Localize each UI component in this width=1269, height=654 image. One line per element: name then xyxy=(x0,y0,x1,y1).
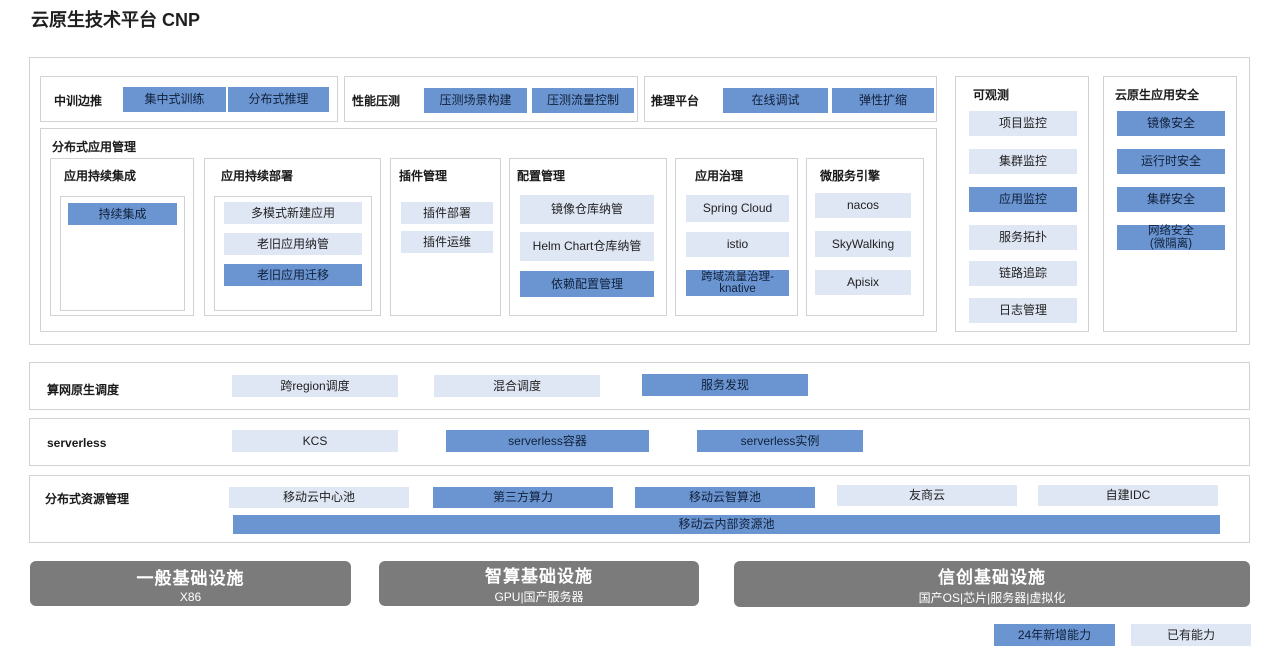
plugin-label: 插件管理 xyxy=(399,169,448,183)
infra-intelligent-sub: GPU|国产服务器 xyxy=(494,590,584,604)
tag-nacos: nacos xyxy=(815,193,911,218)
tag-project-monitor: 项目监控 xyxy=(969,111,1077,136)
tag-cluster-monitor: 集群监控 xyxy=(969,149,1077,174)
stress-test-label: 性能压测 xyxy=(352,94,401,108)
legend-new-capability: 24年新增能力 xyxy=(994,624,1115,646)
infra-general-title: 一般基础设施 xyxy=(136,568,245,589)
tag-app-monitor: 应用监控 xyxy=(969,187,1077,212)
infra-xinchuang-sub: 国产OS|芯片|服务器|虚拟化 xyxy=(918,590,1066,605)
tag-online-debug: 在线调试 xyxy=(723,88,828,113)
microservice-label: 微服务引擎 xyxy=(820,169,881,183)
distributed-app-label: 分布式应用管理 xyxy=(52,140,137,154)
tag-intelligent-pool: 移动云智算池 xyxy=(635,487,815,508)
config-label: 配置管理 xyxy=(517,169,566,183)
observability-label: 可观测 xyxy=(973,88,1010,102)
infra-intelligent: 智算基础设施 GPU|国产服务器 xyxy=(379,561,699,606)
tag-stress-traffic: 压测流量控制 xyxy=(532,88,634,113)
tag-serverless-container: serverless容器 xyxy=(446,430,649,452)
tag-service-discovery: 服务发现 xyxy=(642,374,808,396)
legend-existing-capability: 已有能力 xyxy=(1131,624,1251,646)
tag-elastic-scaling: 弹性扩缩 xyxy=(832,88,934,113)
tag-image-repo: 镜像仓库纳管 xyxy=(520,195,654,224)
tag-helm-chart-repo: Helm Chart仓库纳管 xyxy=(520,232,654,261)
tag-third-party-compute: 第三方算力 xyxy=(433,487,613,508)
tag-cross-domain-knative: 跨域流量治理-knative xyxy=(686,270,789,296)
tag-stress-scenario: 压测场景构建 xyxy=(424,88,527,113)
tag-self-built-idc: 自建IDC xyxy=(1038,485,1218,506)
tag-apisix: Apisix xyxy=(815,270,911,295)
infra-general-sub: X86 xyxy=(179,589,202,604)
cd-label: 应用持续部署 xyxy=(221,169,294,183)
training-inference-label: 中训边推 xyxy=(54,94,103,108)
tag-skywalking: SkyWalking xyxy=(815,231,911,257)
tag-continuous-integration: 持续集成 xyxy=(68,203,177,225)
tag-log-management: 日志管理 xyxy=(969,298,1077,323)
tag-plugin-deploy: 插件部署 xyxy=(401,202,493,224)
tag-friend-cloud: 友商云 xyxy=(837,485,1017,506)
tag-kcs: KCS xyxy=(232,430,398,452)
scheduling-label: 算网原生调度 xyxy=(47,383,120,397)
tag-cross-region: 跨region调度 xyxy=(232,375,398,397)
tag-istio: istio xyxy=(686,232,789,257)
tag-multi-mode-new-app: 多模式新建应用 xyxy=(224,202,362,224)
tag-spring-cloud: Spring Cloud xyxy=(686,195,789,222)
tag-legacy-app-onboard: 老旧应用纳管 xyxy=(224,233,362,255)
tag-cluster-security: 集群安全 xyxy=(1117,187,1225,212)
tag-cross-domain-line1: 跨域流量治理- xyxy=(701,270,774,283)
ci-label: 应用持续集成 xyxy=(64,169,137,183)
tag-image-security: 镜像安全 xyxy=(1117,111,1225,136)
security-label: 云原生应用安全 xyxy=(1115,88,1200,102)
tag-network-security: 网络安全 (微隔离) xyxy=(1117,225,1225,250)
page-title: 云原生技术平台 CNP xyxy=(31,10,201,30)
tag-service-topology: 服务拓扑 xyxy=(969,225,1077,250)
tag-runtime-security: 运行时安全 xyxy=(1117,149,1225,174)
tag-serverless-instance: serverless实例 xyxy=(697,430,863,452)
tag-cross-domain-line2: knative xyxy=(719,283,756,295)
serverless-label: serverless xyxy=(47,436,107,450)
governance-label: 应用治理 xyxy=(695,169,744,183)
resource-label: 分布式资源管理 xyxy=(45,492,130,506)
tag-central-pool: 移动云中心池 xyxy=(229,487,409,508)
tag-centralized-training: 集中式训练 xyxy=(123,87,226,112)
tag-internal-pool: 移动云内部资源池 xyxy=(233,515,1220,534)
infra-general: 一般基础设施 X86 xyxy=(30,561,351,606)
tag-dependency-config: 依赖配置管理 xyxy=(520,271,654,297)
infra-xinchuang: 信创基础设施 国产OS|芯片|服务器|虚拟化 xyxy=(734,561,1250,607)
infra-intelligent-title: 智算基础设施 xyxy=(485,567,593,587)
infra-xinchuang-title: 信创基础设施 xyxy=(938,567,1046,588)
tag-network-security-line1: 网络安全 xyxy=(1148,225,1194,238)
tag-hybrid-scheduling: 混合调度 xyxy=(434,375,600,397)
tag-distributed-inference: 分布式推理 xyxy=(228,87,329,112)
tag-legacy-app-migrate: 老旧应用迁移 xyxy=(224,264,362,286)
tag-trace: 链路追踪 xyxy=(969,261,1077,286)
inference-platform-label: 推理平台 xyxy=(651,94,700,108)
scheduling-row xyxy=(29,362,1250,410)
tag-network-security-line2: (微隔离) xyxy=(1149,237,1193,250)
tag-plugin-ops: 插件运维 xyxy=(401,231,493,253)
